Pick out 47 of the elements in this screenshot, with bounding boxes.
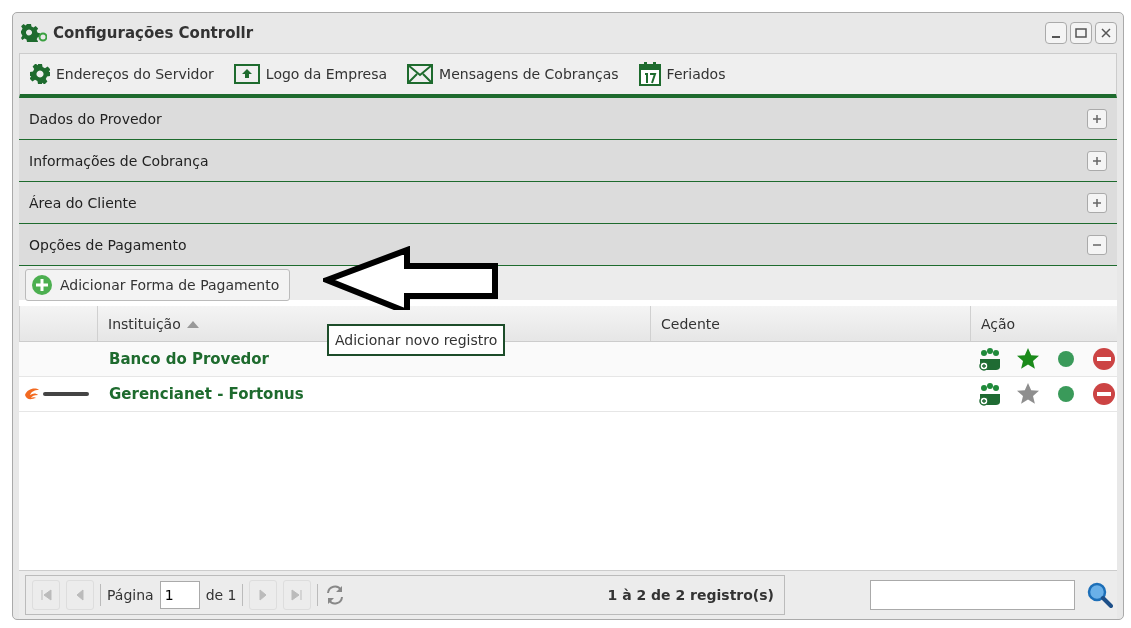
toggle-button[interactable] [1087, 234, 1107, 255]
remove-icon[interactable] [1092, 382, 1116, 406]
people-icon[interactable] [978, 382, 1002, 406]
minimize-button[interactable] [1045, 22, 1067, 44]
maximize-icon [1075, 28, 1087, 38]
toolbar-link[interactable]: Feriados [666, 66, 726, 82]
calendar-icon [638, 62, 661, 86]
plus-icon [1092, 113, 1102, 124]
window-title: Configurações Controllr [53, 24, 254, 42]
minimize-icon [1051, 36, 1061, 38]
upload-icon [233, 64, 260, 84]
panel-header[interactable]: Opções de Pagamento [19, 224, 1117, 266]
plus-icon [32, 275, 52, 295]
column-header[interactable]: Instituição [108, 315, 181, 332]
gears-icon [21, 24, 47, 42]
gear-icon [30, 64, 50, 84]
star-icon[interactable] [1016, 382, 1040, 406]
page-count: de 1 [205, 587, 237, 603]
envelope-icon [407, 64, 434, 84]
toolbar-link[interactable]: Mensagens de Cobranças [439, 66, 619, 82]
panel-header[interactable]: Dados do Provedor [19, 98, 1117, 140]
record-count: 1 à 2 de 2 registro(s) [607, 587, 774, 603]
search-icon[interactable] [1087, 582, 1113, 608]
star-icon[interactable] [1016, 347, 1040, 371]
panel-header[interactable]: Área do Cliente [19, 182, 1117, 224]
column-header[interactable]: Cedente [661, 315, 720, 332]
toggle-button[interactable] [1087, 192, 1107, 213]
plus-icon [1092, 155, 1102, 166]
toolbar-link[interactable]: Logo da Empresa [265, 66, 388, 82]
people-icon[interactable] [978, 347, 1002, 371]
close-icon [1101, 28, 1111, 38]
tooltip: Adicionar novo registro [327, 324, 506, 356]
toggle-button[interactable] [1087, 150, 1107, 171]
maximize-button[interactable] [1070, 22, 1092, 44]
search-field[interactable] [870, 580, 1075, 610]
institution-name: Banco do Provedor [108, 350, 270, 368]
toggle-button[interactable] [1087, 108, 1107, 129]
page-field[interactable]: 1 [159, 581, 200, 609]
add-payment-button[interactable]: Adicionar Forma de Pagamento [25, 269, 291, 301]
institution-name: Gerencianet - Fortonus [108, 385, 305, 403]
plus-icon [1092, 197, 1102, 208]
page-label: Página [107, 587, 154, 603]
close-button[interactable] [1095, 22, 1117, 44]
panel-header[interactable]: Informações de Cobrança [19, 140, 1117, 182]
remove-icon[interactable] [1092, 347, 1116, 371]
toolbar-link[interactable]: Endereços do Servidor [56, 66, 214, 82]
column-header[interactable]: Ação [981, 315, 1016, 332]
